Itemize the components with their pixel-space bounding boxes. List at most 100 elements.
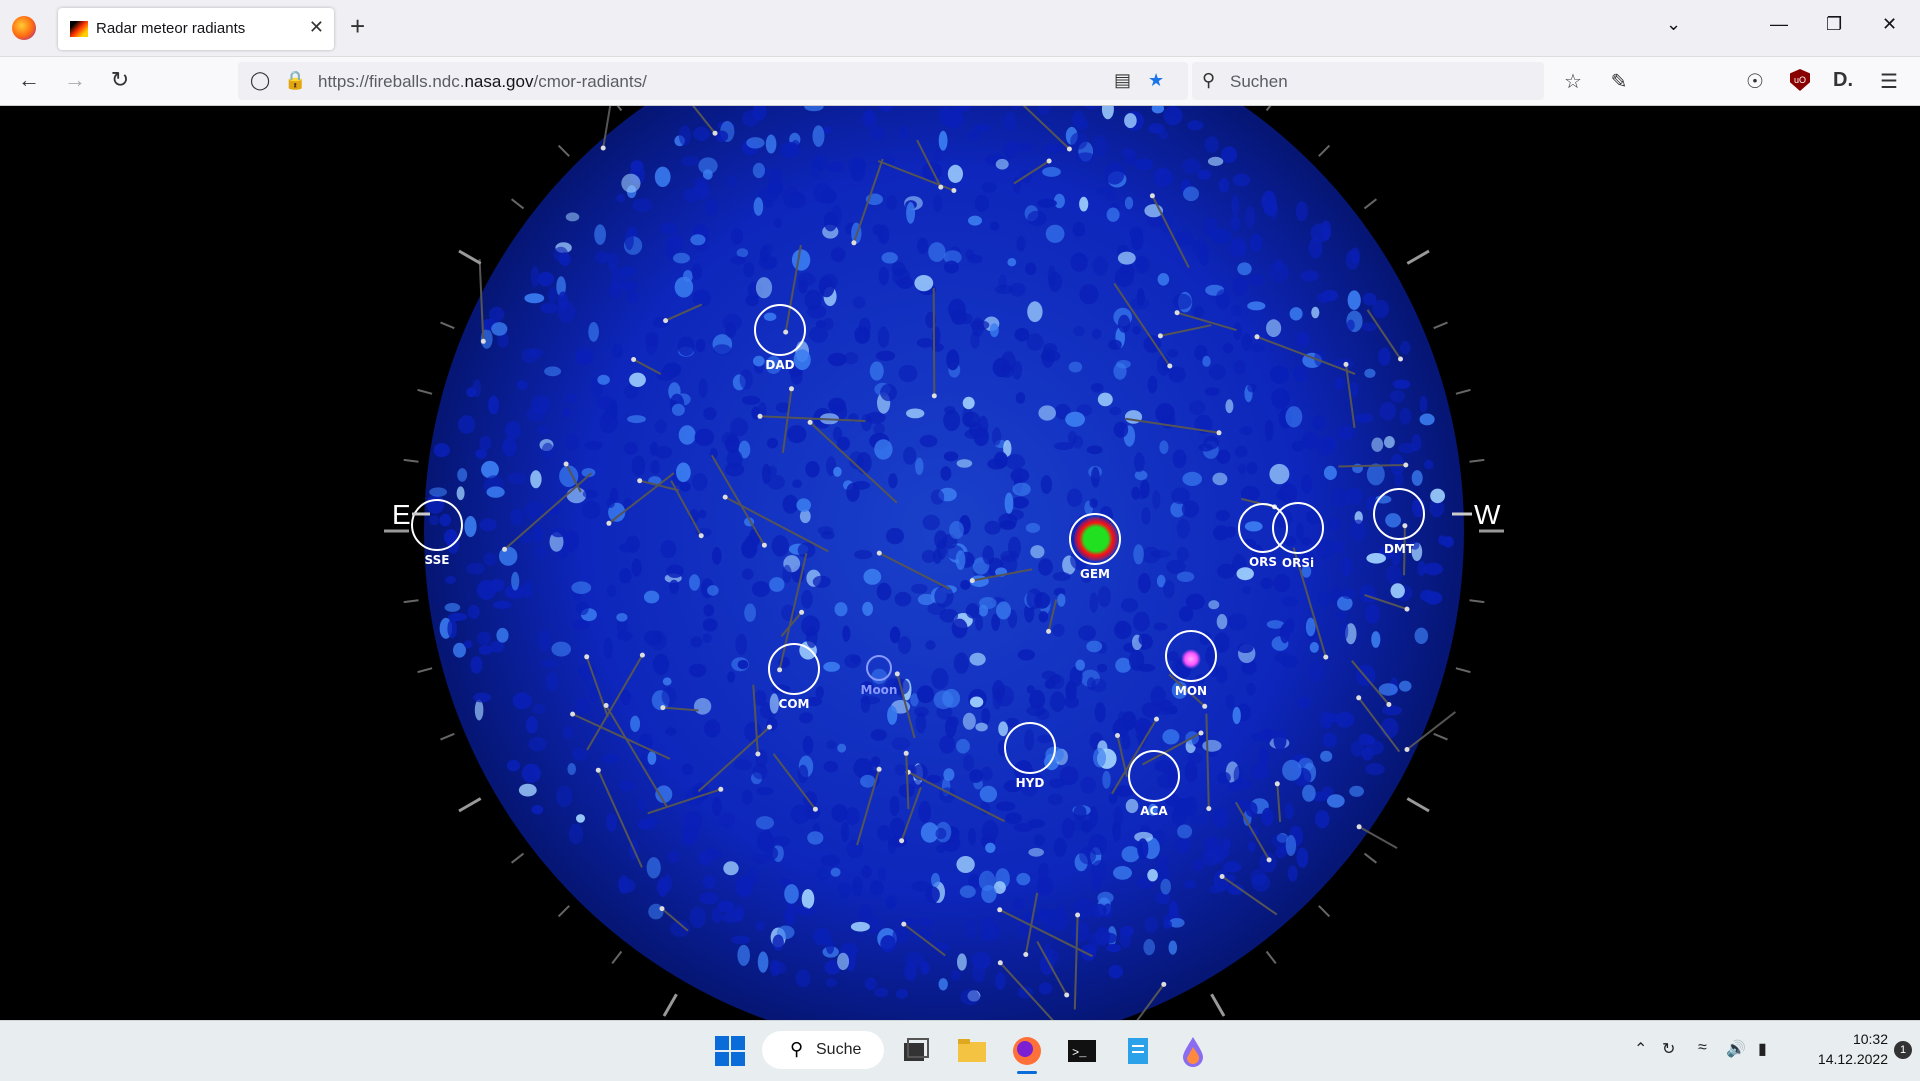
density-blob [660,222,679,234]
star-dot [1398,356,1403,362]
density-blob [906,202,916,224]
density-blob [854,325,871,344]
lock-icon[interactable]: 🔒 [284,70,306,91]
reload-icon[interactable]: ↻ [105,67,135,93]
search-input[interactable]: Suchen [1230,72,1288,92]
density-blob [665,727,677,736]
density-blob [1134,452,1145,473]
task-view-icon[interactable] [898,1033,934,1069]
density-blob [1365,763,1385,776]
notepad-icon[interactable] [1120,1033,1156,1069]
star-dot [876,766,882,772]
density-blob [1072,222,1086,237]
density-blob [741,789,753,805]
star-dot [698,533,704,539]
density-blob [1068,430,1077,445]
density-blob [702,633,712,643]
density-blob [1034,592,1051,609]
density-blob [647,751,657,765]
density-blob [1239,426,1253,436]
tracking-shield-icon[interactable]: ◯ [250,70,270,91]
density-blob [827,352,847,367]
density-blob [1275,846,1286,859]
star-dot [639,652,645,658]
star-dot [1402,523,1408,529]
horizon-tick [1469,458,1485,463]
density-blob [1193,306,1204,318]
terminal-icon[interactable]: >_ [1064,1033,1100,1069]
close-window-button[interactable]: ✕ [1882,14,1897,35]
sync-icon[interactable]: ↻ [1662,1039,1675,1059]
reader-view-icon[interactable]: ▤ [1114,70,1131,91]
clock[interactable]: 10:32 14.12.2022 [1818,1029,1888,1069]
firefox-menu-icon[interactable] [12,16,36,40]
tab-list-chevron-icon[interactable]: ⌄ [1666,14,1681,35]
notification-badge[interactable]: 1 [1894,1041,1912,1059]
app-menu-icon[interactable]: ☰ [1876,69,1902,94]
profile-extension-icon[interactable]: D. [1830,69,1856,92]
density-blob [551,641,571,657]
density-blob [795,969,811,988]
density-blob [576,601,589,616]
star-dot [1206,806,1212,812]
tab-close-icon[interactable]: ✕ [309,17,324,38]
density-blob [904,962,917,981]
density-blob [721,913,742,923]
star-dot [1274,781,1280,787]
url-bar[interactable]: ◯ 🔒 https://fireballs.ndc.nasa.gov/cmor-… [238,62,1188,100]
density-blob [1364,368,1376,378]
density-blob [870,729,887,741]
bookmark-star-icon[interactable]: ★ [1148,70,1164,91]
density-blob [447,618,458,639]
volume-icon[interactable]: 🔊 [1726,1039,1746,1059]
restore-button[interactable]: ❐ [1826,14,1842,35]
density-blob [429,487,447,497]
wifi-icon[interactable]: ≈ [1698,1039,1707,1057]
taskbar-search-label: Suche [816,1041,862,1058]
density-blob [479,436,492,451]
density-blob [842,625,851,642]
battery-icon[interactable]: ▮ [1758,1039,1767,1059]
density-blob [1152,490,1161,510]
density-blob [801,589,813,609]
density-blob [1232,706,1241,725]
density-blob [840,821,850,843]
taskbar-search-button[interactable]: ⚲ Suche [762,1031,884,1069]
density-blob [1079,284,1099,305]
density-blob [594,224,606,245]
show-hidden-icons-chevron-icon[interactable]: ⌃ [1634,1039,1647,1059]
density-blob [504,421,522,440]
minimize-button[interactable]: — [1770,14,1788,35]
url-text[interactable]: https://fireballs.ndc.nasa.gov/cmor-radi… [318,72,647,92]
start-button[interactable] [712,1033,748,1069]
density-blob [969,696,984,708]
density-blob [729,417,749,437]
tab-radar-meteor-radiants[interactable]: Radar meteor radiants ✕ [58,8,334,50]
search-bar[interactable]: ⚲ Suchen [1192,62,1544,100]
density-blob [1250,869,1267,886]
density-blob [765,846,779,860]
bookmarks-icon[interactable]: ☆ [1560,69,1586,94]
density-blob [1411,470,1423,486]
density-blob [962,712,976,730]
ublock-origin-icon[interactable]: uO [1790,69,1810,91]
density-blob [850,921,870,932]
density-blob [584,441,603,450]
extensions-icon[interactable]: ✎ [1606,69,1632,94]
density-blob [1070,252,1088,272]
density-blob [818,276,835,298]
density-blob [588,322,599,342]
back-arrow-icon[interactable]: ← [14,67,44,93]
density-blob [1048,271,1062,292]
density-blob [825,978,837,987]
density-blob [962,411,981,428]
file-explorer-icon[interactable] [954,1033,990,1069]
pocket-icon[interactable]: ☉ [1742,69,1768,94]
density-blob [1158,129,1169,140]
firefox-taskbar-icon[interactable] [1009,1033,1045,1074]
density-blob [739,369,753,390]
new-tab-button[interactable]: + [350,12,365,40]
paint-drop-icon[interactable] [1175,1033,1211,1069]
radiant-label: ACA [1140,804,1168,818]
forward-arrow-icon[interactable]: → [60,67,90,93]
